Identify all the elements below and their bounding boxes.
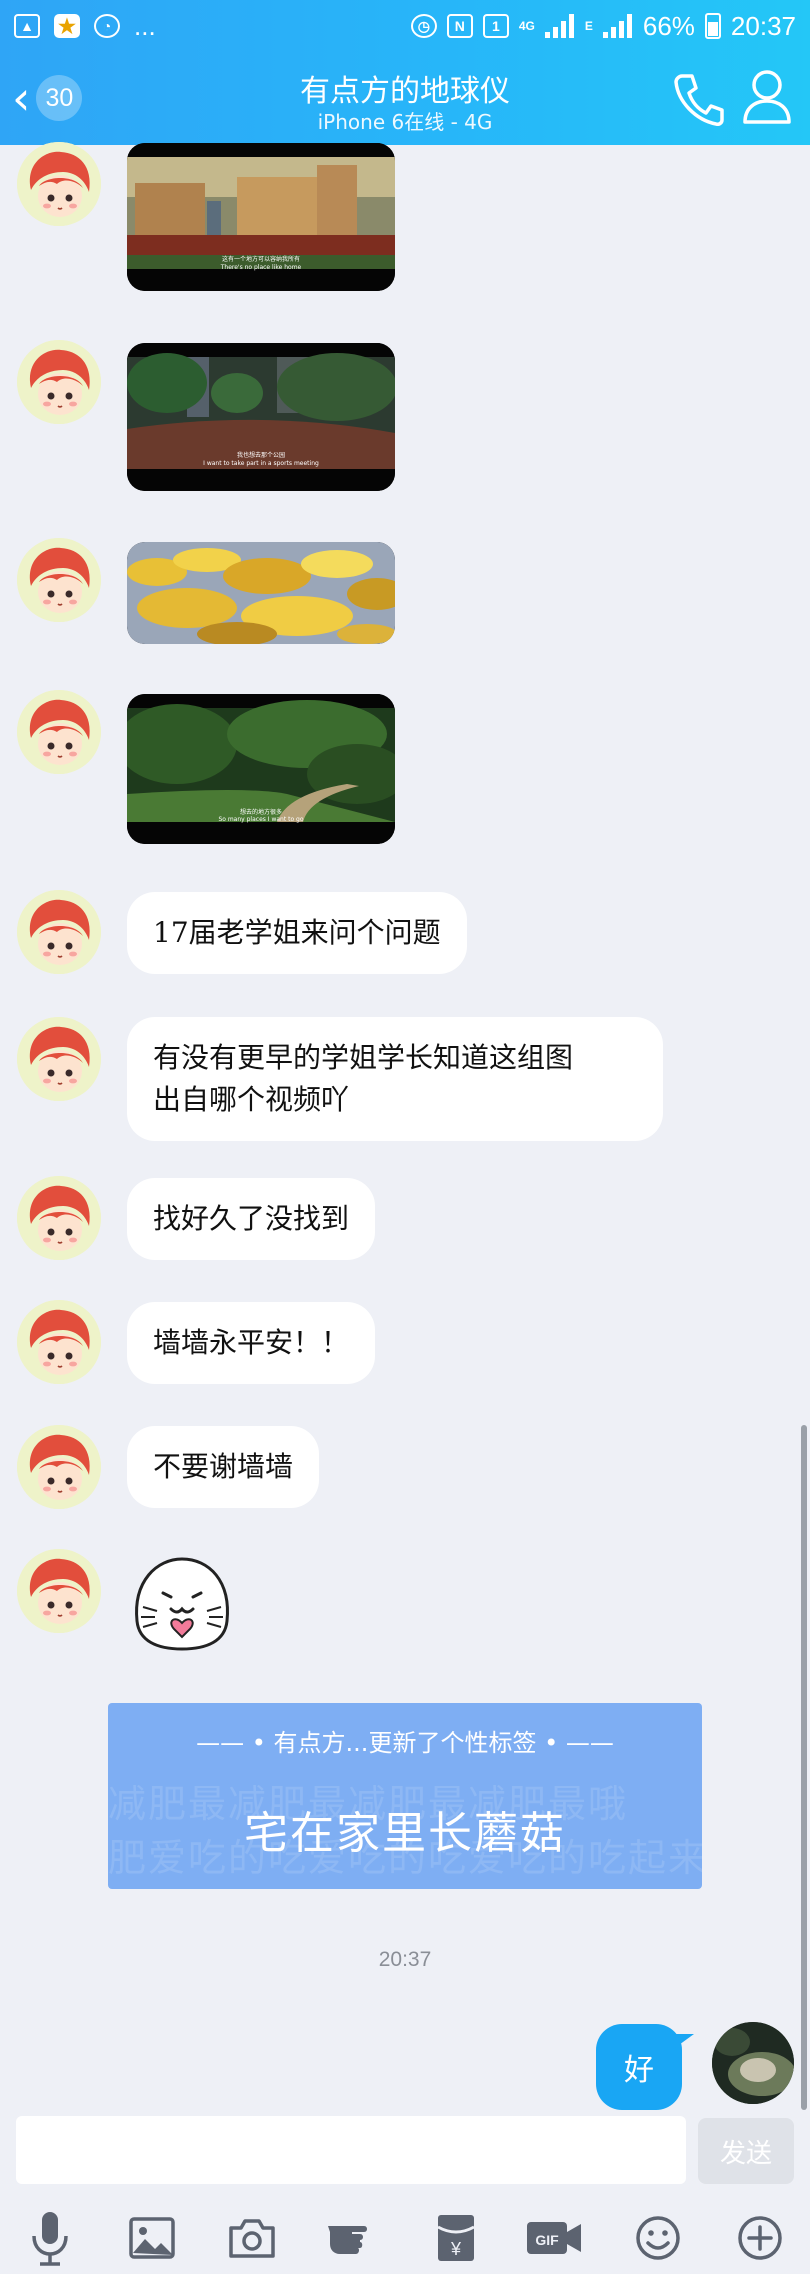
microphone-icon <box>32 2212 68 2266</box>
signal-icon <box>544 14 575 38</box>
camera-icon <box>229 2219 275 2258</box>
sticker-message[interactable] <box>127 1551 237 1655</box>
message-text: 找好久了没找到 <box>153 1202 350 1235</box>
sender-avatar[interactable] <box>17 690 101 774</box>
more-notifications: ... <box>134 10 156 41</box>
more-button[interactable] <box>732 2208 788 2268</box>
photo-message[interactable]: 我也想去那个公园 I want to take part in a sports… <box>127 343 395 491</box>
sender-avatar[interactable] <box>17 1176 101 1260</box>
star-notification-icon: ★ <box>54 14 80 38</box>
sender-avatar[interactable] <box>17 1549 101 1633</box>
send-button[interactable]: 发送 <box>698 2118 794 2184</box>
gif-icon: GIF <box>527 2222 581 2254</box>
message-text: 17届老学姐来问个问题 <box>153 916 441 949</box>
sender-avatar[interactable] <box>17 1017 101 1101</box>
red-packet-icon: ¥ <box>437 2215 475 2261</box>
emoji-button[interactable] <box>630 2208 686 2268</box>
input-toolbar: ¥ GIF <box>0 2208 810 2270</box>
phone-call-button[interactable] <box>672 70 724 126</box>
smiley-icon <box>636 2216 680 2260</box>
alarm-icon: ◷ <box>410 14 437 38</box>
image-icon <box>129 2217 175 2259</box>
sender-avatar[interactable] <box>17 890 101 974</box>
photo-caption-en: I want to take part in a sports meeting <box>203 460 319 467</box>
sender-avatar[interactable] <box>17 1425 101 1509</box>
photo-caption-en: So many places I want to go <box>218 816 303 823</box>
my-avatar[interactable] <box>712 2022 794 2104</box>
signature-update-card[interactable]: 减肥最减肥最减肥最减肥最哦 肥爱吃的吃爱吃的吃爱吃的吃起来 —— • 有点方..… <box>108 1703 702 1889</box>
input-bar: 发送 ¥ GIF <box>0 2110 810 2274</box>
scrollbar[interactable] <box>801 1425 807 2110</box>
sender-avatar[interactable] <box>17 340 101 424</box>
clock: 20:37 <box>730 10 796 41</box>
text-message[interactable]: 有没有更早的学姐学长知道这组图 出自哪个视频吖 <box>127 1017 663 1141</box>
camera-button[interactable] <box>224 2208 280 2268</box>
text-message[interactable]: 不要谢墙墙 <box>127 1426 320 1508</box>
user-icon <box>743 70 791 124</box>
message-text-line: 出自哪个视频吖 <box>153 1083 350 1116</box>
photo-message[interactable]: 这有一个地方可以容纳我所有 There's no place like home <box>127 143 395 291</box>
gif-label: GIF <box>535 2232 559 2248</box>
photo-message[interactable]: 想去的地方很多 So many places I want to go <box>127 694 395 844</box>
photo-caption: 想去的地方很多 <box>240 808 282 816</box>
chat-header: ▲ ★ ◔ ... ◷ N 1 4G E 66% 20:37 ‹ 30 有点方的… <box>0 0 810 145</box>
red-packet-button[interactable]: ¥ <box>428 2208 484 2268</box>
photo-caption: 我也想去那个公园 <box>237 451 285 459</box>
image-button[interactable] <box>124 2208 180 2268</box>
photo-message[interactable] <box>127 542 395 644</box>
bubble-tail <box>672 2034 694 2050</box>
text-message[interactable]: 墙墙永平安！！ <box>127 1302 376 1384</box>
nav-bar: ‹ 30 有点方的地球仪 iPhone 6在线 - 4G <box>0 52 810 145</box>
message-text: 不要谢墙墙 <box>153 1450 294 1483</box>
red-packet-symbol: ¥ <box>450 2239 462 2259</box>
photo-caption: 这有一个地方可以容纳我所有 <box>222 255 300 263</box>
my-text-message[interactable]: 好 <box>596 2024 682 2110</box>
sender-avatar[interactable] <box>17 538 101 622</box>
message-text-line: 有没有更早的学姐学长知道这组图 <box>153 1041 574 1074</box>
phone-icon <box>674 74 724 126</box>
photo-caption-en: There's no place like home <box>220 264 302 271</box>
text-message[interactable]: 17届老学姐来问个问题 <box>127 892 467 974</box>
plus-circle-icon <box>738 2216 782 2260</box>
profile-button[interactable] <box>742 68 792 126</box>
network-e-label: E <box>584 19 593 33</box>
message-timestamp: 20:37 <box>378 1948 432 1971</box>
seal-sticker-icon <box>135 1557 229 1651</box>
battery-icon <box>704 13 721 39</box>
sender-avatar[interactable] <box>17 1300 101 1384</box>
text-message[interactable]: 找好久了没找到 <box>127 1178 376 1260</box>
sender-avatar[interactable] <box>17 142 101 226</box>
message-input[interactable] <box>16 2116 686 2184</box>
network-4g-label: 4G <box>518 19 535 33</box>
sync-notification-icon: ◔ <box>94 14 120 38</box>
pointing-hand-icon <box>328 2226 367 2254</box>
poke-button[interactable] <box>326 2208 382 2268</box>
nfc-icon: N <box>446 14 473 38</box>
gallery-notification-icon: ▲ <box>14 14 40 38</box>
message-text: 好 <box>624 2053 654 2088</box>
voice-button[interactable] <box>22 2208 78 2268</box>
signature-card-header: —— • 有点方...更新了个性标签 • —— <box>196 1729 614 1757</box>
signature-text: 宅在家里长蘑菇 <box>244 1808 566 1859</box>
battery-percent: 66% <box>642 10 695 41</box>
signal-2-icon <box>602 14 633 38</box>
sim-icon: 1 <box>482 14 509 38</box>
status-bar: ▲ ★ ◔ ... ◷ N 1 4G E 66% 20:37 <box>0 0 810 52</box>
message-text: 墙墙永平安！！ <box>153 1326 350 1359</box>
gif-button[interactable]: GIF <box>524 2208 586 2268</box>
